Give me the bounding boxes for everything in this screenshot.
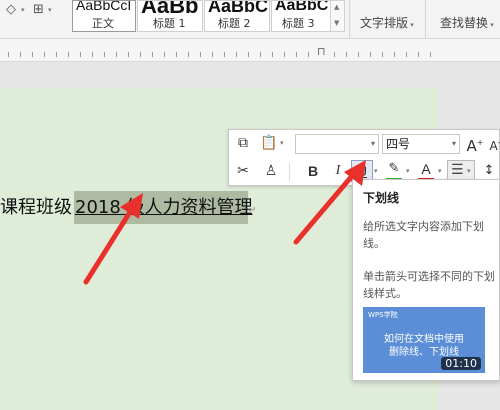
ruler-tick bbox=[260, 52, 261, 57]
font-color-dropdown-icon[interactable]: ▾ bbox=[438, 167, 442, 175]
styles-scroll[interactable]: ▲ ▼ bbox=[331, 0, 345, 32]
line-spacing-icon[interactable]: ↕ bbox=[479, 161, 499, 181]
ruler-tick bbox=[32, 52, 33, 57]
text-layout-dropdown-icon: ▾ bbox=[408, 21, 414, 29]
tutorial-video-thumbnail[interactable]: WPS学院 如何在文档中使用 删除线、下划线 01:10 bbox=[363, 307, 485, 373]
style-heading-2[interactable]: AaBbC 标题 2 bbox=[204, 0, 270, 32]
shading-icon[interactable]: ◇ bbox=[6, 2, 16, 18]
ruler-tick bbox=[152, 52, 153, 57]
ruler-tick bbox=[236, 52, 237, 57]
font-size-combo[interactable]: 四号 ▾ bbox=[382, 134, 460, 154]
underline-tooltip: 下划线 给所选文字内容添加下划线。 单击箭头可选择不同的下划线样式。 WPS学院… bbox=[352, 179, 500, 381]
ruler-tick bbox=[8, 52, 9, 57]
style-label: 正文 bbox=[92, 17, 114, 30]
ruler-tick bbox=[406, 52, 407, 57]
style-heading-1[interactable]: AaBb 标题 1 bbox=[137, 0, 203, 32]
floating-format-toolbar: ⧉ 📋 ▾ ▾ 四号 ▾ A+ A- ✂ ♙ B I U ▾ ✎ ▾ A ▾ ☰… bbox=[228, 129, 500, 186]
ruler-tick bbox=[346, 52, 347, 57]
ruler-tick bbox=[334, 52, 335, 57]
ruler-tick bbox=[418, 52, 419, 57]
tooltip-hint: 单击箭头可选择不同的下划线样式。 bbox=[363, 270, 495, 300]
ruler-tick bbox=[248, 52, 249, 57]
ruler-tick bbox=[20, 52, 21, 57]
ruler-tick bbox=[128, 52, 129, 57]
font-size-dropdown-icon[interactable]: ▾ bbox=[452, 135, 456, 153]
ruler-tick bbox=[358, 52, 359, 57]
format-painter-icon[interactable]: ♙ bbox=[261, 161, 281, 181]
toolbar-divider bbox=[289, 163, 290, 181]
ruler-tick bbox=[44, 52, 45, 57]
ruler-tick bbox=[308, 52, 309, 57]
horizontal-ruler[interactable]: ⊓ bbox=[0, 39, 500, 62]
find-replace-label: 查找替换 bbox=[440, 16, 489, 30]
align-justify-icon: ☰ bbox=[451, 162, 464, 178]
highlight-icon[interactable]: ✎ bbox=[384, 159, 404, 179]
scroll-down-icon[interactable]: ▼ bbox=[334, 19, 339, 27]
tooltip-description: 给所选文字内容添加下划线。 bbox=[363, 220, 484, 250]
ruler-tick bbox=[56, 52, 57, 57]
ruler-tick bbox=[296, 52, 297, 57]
font-name-combo[interactable]: ▾ bbox=[295, 134, 379, 154]
tooltip-title: 下划线 bbox=[363, 191, 400, 205]
ruler-tick bbox=[382, 52, 383, 57]
cut-icon[interactable]: ✂ bbox=[233, 161, 253, 181]
ruler-tick bbox=[212, 52, 213, 57]
alignment-dropdown-icon: ▾ bbox=[467, 167, 471, 175]
selected-text[interactable]: 2018 级人力资料管理 bbox=[75, 193, 253, 219]
font-color-button[interactable]: A bbox=[416, 159, 436, 179]
paragraph-mark-icon: ↵ bbox=[248, 205, 257, 216]
ruler-tick bbox=[200, 52, 201, 57]
ribbon-divider bbox=[425, 0, 426, 38]
ruler-tick bbox=[430, 52, 431, 57]
copy-icon[interactable]: ⧉ bbox=[233, 133, 253, 153]
bold-button[interactable]: B bbox=[303, 161, 323, 181]
ruler-tick bbox=[176, 52, 177, 57]
ruler-tick bbox=[394, 52, 395, 57]
ruler-tick bbox=[188, 52, 189, 57]
text-layout-label: 文字排版 bbox=[360, 16, 409, 30]
ruler-tick bbox=[92, 52, 93, 57]
style-label: 标题 1 bbox=[153, 17, 186, 30]
scroll-up-icon[interactable]: ▲ bbox=[334, 3, 339, 11]
right-indent-marker-icon[interactable]: ⊓ bbox=[317, 45, 326, 58]
ruler-tick bbox=[68, 52, 69, 57]
underline-label: U bbox=[356, 163, 368, 179]
find-replace-button[interactable]: 查找替换 ▾ bbox=[440, 14, 494, 31]
ruler-tick bbox=[164, 52, 165, 57]
underline-dropdown-icon[interactable]: ▾ bbox=[374, 167, 378, 175]
ruler-tick bbox=[104, 52, 105, 57]
video-duration: 01:10 bbox=[441, 357, 481, 370]
ribbon-toolbar: ◇ ▾ ⊞ ▾ AaBbCcI 正文 AaBb 标题 1 AaBbC 标题 2 … bbox=[0, 0, 500, 39]
grow-font-icon[interactable]: A+ bbox=[465, 133, 485, 155]
ruler-tick bbox=[116, 52, 117, 57]
font-size-value: 四号 bbox=[386, 137, 411, 151]
font-name-dropdown-icon[interactable]: ▾ bbox=[371, 135, 375, 153]
text-layout-button[interactable]: 文字排版 ▾ bbox=[360, 14, 414, 31]
ruler-tick bbox=[284, 52, 285, 57]
ribbon-divider bbox=[349, 0, 350, 38]
paste-dropdown-icon[interactable]: ▾ bbox=[280, 139, 284, 147]
shading-dropdown-icon[interactable]: ▾ bbox=[21, 6, 25, 14]
ruler-tick bbox=[224, 52, 225, 57]
italic-button[interactable]: I bbox=[328, 161, 348, 181]
shrink-font-icon[interactable]: A- bbox=[485, 133, 500, 153]
style-sample: AaBbC bbox=[275, 0, 329, 14]
ruler-tick bbox=[370, 52, 371, 57]
paste-icon[interactable]: 📋 bbox=[259, 133, 279, 153]
ruler-tick bbox=[80, 52, 81, 57]
highlight-dropdown-icon[interactable]: ▾ bbox=[406, 167, 410, 175]
find-replace-dropdown-icon: ▾ bbox=[488, 21, 494, 29]
thumbnail-caption-line-2: 删除线、下划线 bbox=[389, 347, 459, 358]
ruler-tick bbox=[272, 52, 273, 57]
style-label: 标题 2 bbox=[218, 17, 251, 30]
border-icon[interactable]: ⊞ bbox=[33, 2, 44, 18]
border-dropdown-icon[interactable]: ▾ bbox=[48, 6, 52, 14]
ruler-tick bbox=[140, 52, 141, 57]
document-line-prefix[interactable]: 课程班级 bbox=[0, 193, 72, 219]
style-label: 标题 3 bbox=[282, 17, 315, 30]
style-normal[interactable]: AaBbCcI 正文 bbox=[72, 0, 136, 32]
style-heading-3[interactable]: AaBbC 标题 3 bbox=[271, 0, 331, 32]
style-sample: AaBbCcI bbox=[76, 0, 132, 13]
thumbnail-brand: WPS学院 bbox=[368, 311, 398, 319]
